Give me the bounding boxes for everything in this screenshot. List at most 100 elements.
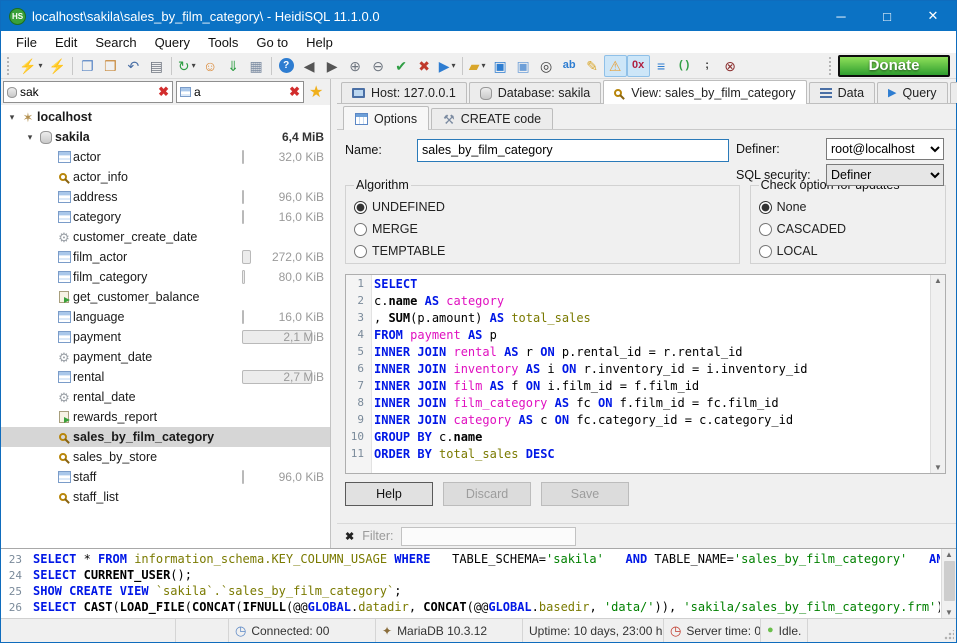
save-sql-button[interactable]: ▣ — [489, 55, 512, 77]
tree-item-get_customer_balance[interactable]: get_customer_balance — [1, 287, 330, 307]
radio-temptable[interactable]: TEMPTABLE — [354, 240, 731, 262]
cancel-editing-button[interactable]: ✖ — [413, 55, 436, 77]
open-sql-file-button[interactable]: ▰▾ — [466, 55, 489, 77]
delimiter-button[interactable]: ; — [696, 55, 719, 77]
radio-input-temptable[interactable] — [354, 245, 367, 258]
tree-item-film_actor[interactable]: film_actor272,0 KiB — [1, 247, 330, 267]
delete-row-button[interactable]: ⊖ — [367, 55, 390, 77]
dropdown-caret-icon[interactable]: ▾ — [452, 61, 456, 70]
save-data-button[interactable]: ▦ — [245, 55, 268, 77]
definer-select[interactable]: root@localhost — [826, 138, 944, 160]
help-button[interactable]: ? — [275, 55, 298, 77]
filter-input[interactable] — [401, 527, 576, 546]
print-button[interactable]: ▤ — [145, 55, 168, 77]
radio-local[interactable]: LOCAL — [759, 240, 937, 262]
insert-row-button[interactable]: ⊕ — [344, 55, 367, 77]
replace-text-button[interactable]: ab — [558, 55, 581, 77]
menu-item-query[interactable]: Query — [146, 33, 199, 52]
export-tables-button[interactable]: ⇓ — [222, 55, 245, 77]
menu-item-edit[interactable]: Edit — [46, 33, 86, 52]
tree-item-actor[interactable]: actor32,0 KiB — [1, 147, 330, 167]
tab-create-code[interactable]: ⚒CREATE code — [431, 108, 553, 129]
clear-table-filter-icon[interactable]: ✖ — [289, 84, 300, 100]
menu-item-go-to[interactable]: Go to — [247, 33, 297, 52]
minimize-button[interactable]: ─ — [818, 1, 864, 31]
tree-item-address[interactable]: address96,0 KiB — [1, 187, 330, 207]
tab-database-sakila[interactable]: Database: sakila — [469, 82, 601, 103]
tree-item-customer_create_date[interactable]: ⚙customer_create_date — [1, 227, 330, 247]
tab-host-127-0-0-1[interactable]: Host: 127.0.0.1 — [341, 82, 467, 103]
undo-button[interactable]: ↶ — [122, 55, 145, 77]
menu-item-help[interactable]: Help — [297, 33, 342, 52]
goto-last-button[interactable]: ▶ — [321, 55, 344, 77]
view-name-input[interactable] — [417, 139, 729, 162]
tree-item-rental[interactable]: rental2,7 MiB — [1, 367, 330, 387]
tab-options[interactable]: Options — [343, 106, 429, 130]
paste-button[interactable]: ❒ — [99, 55, 122, 77]
radio-undefined[interactable]: UNDEFINED — [354, 196, 731, 218]
find-text-button[interactable]: ◎ — [535, 55, 558, 77]
radio-input-undefined[interactable] — [354, 201, 367, 214]
log-scroll-up-icon[interactable]: ▲ — [945, 550, 953, 559]
menu-item-file[interactable]: File — [7, 33, 46, 52]
clear-database-filter-icon[interactable]: ✖ — [158, 84, 169, 100]
log-scroll-thumb[interactable] — [944, 561, 955, 601]
session-manager-button[interactable]: ⚡▾ — [16, 55, 45, 77]
tree-item-sales_by_store[interactable]: sales_by_store — [1, 447, 330, 467]
tree-item-category[interactable]: category16,0 KiB — [1, 207, 330, 227]
tree-item-rewards_report[interactable]: rewards_report — [1, 407, 330, 427]
log-scrollbar[interactable]: ▲ ▼ — [941, 549, 956, 618]
copy-button[interactable]: ❐ — [76, 55, 99, 77]
resize-grip[interactable] — [944, 630, 954, 640]
dropdown-caret-icon[interactable]: ▾ — [192, 61, 196, 70]
favorites-star-icon[interactable]: ★ — [307, 82, 325, 102]
editor-scrollbar[interactable]: ▲ ▼ — [930, 275, 945, 473]
radio-input-none[interactable] — [759, 201, 772, 214]
tab-data[interactable]: Data — [809, 82, 875, 103]
close-button[interactable]: ✕ — [910, 1, 956, 31]
beautify-sql-button[interactable]: ✎ — [581, 55, 604, 77]
tree-item-rental_date[interactable]: ⚙rental_date — [1, 387, 330, 407]
refresh-button[interactable]: ↻▾ — [175, 55, 199, 77]
radio-input-merge[interactable] — [354, 223, 367, 236]
tree-item-payment[interactable]: payment2,1 MiB — [1, 327, 330, 347]
scroll-down-icon[interactable]: ▼ — [934, 463, 942, 472]
maximize-button[interactable]: □ — [864, 1, 910, 31]
save-button[interactable]: Save — [541, 482, 629, 506]
radio-input-local[interactable] — [759, 245, 772, 258]
menu-item-search[interactable]: Search — [86, 33, 145, 52]
tree-item-actor_info[interactable]: actor_info — [1, 167, 330, 187]
donate-button[interactable]: Donate — [838, 55, 950, 77]
expand-arrow-icon[interactable]: ▾ — [23, 132, 37, 143]
tab-query[interactable]: ▶Query — [877, 82, 948, 103]
donate-toolbar-grip[interactable] — [829, 57, 834, 75]
user-manager-button[interactable]: ☺ — [199, 55, 222, 77]
dropdown-caret-icon[interactable]: ▾ — [38, 61, 42, 70]
radio-none[interactable]: None — [759, 196, 937, 218]
explain-analyzer-button[interactable]: ≡ — [650, 55, 673, 77]
expand-arrow-icon[interactable]: ▾ — [5, 112, 19, 123]
tree-item-sales_by_film_category[interactable]: sales_by_film_category — [1, 427, 330, 447]
tree-item-sakila[interactable]: ▾sakila6,4 MiB — [1, 127, 330, 147]
view-select-code-editor[interactable]: 1SELECT2c.name AS category3, SUM(p.amoun… — [345, 274, 946, 474]
radio-merge[interactable]: MERGE — [354, 218, 731, 240]
discard-button[interactable]: Discard — [443, 482, 531, 506]
disconnect-button[interactable]: ⚡ — [45, 55, 68, 77]
radio-cascaded[interactable]: CASCADED — [759, 218, 937, 240]
tab-add-tab[interactable]: + — [950, 82, 957, 103]
dropdown-caret-icon[interactable]: ▾ — [482, 61, 486, 70]
sql-security-select[interactable]: Definer — [826, 164, 944, 186]
execute-sql-button[interactable]: ▶▾ — [436, 55, 459, 77]
toolbar-grip[interactable] — [7, 57, 12, 75]
hex-literals-button[interactable]: 0x — [627, 55, 650, 77]
goto-first-button[interactable]: ◀ — [298, 55, 321, 77]
post-changes-button[interactable]: ✔ — [390, 55, 413, 77]
tree-item-language[interactable]: language16,0 KiB — [1, 307, 330, 327]
sql-log-panel[interactable]: 23SELECT * FROM information_schema.KEY_C… — [1, 548, 956, 618]
tree-item-localhost[interactable]: ▾✶localhost — [1, 107, 330, 127]
menu-item-tools[interactable]: Tools — [199, 33, 247, 52]
help-button[interactable]: Help — [345, 482, 433, 506]
scroll-up-icon[interactable]: ▲ — [934, 276, 942, 285]
syntax-warnings-button[interactable]: ⚠ — [604, 55, 627, 77]
filter-close-icon[interactable]: ✖ — [345, 530, 354, 543]
